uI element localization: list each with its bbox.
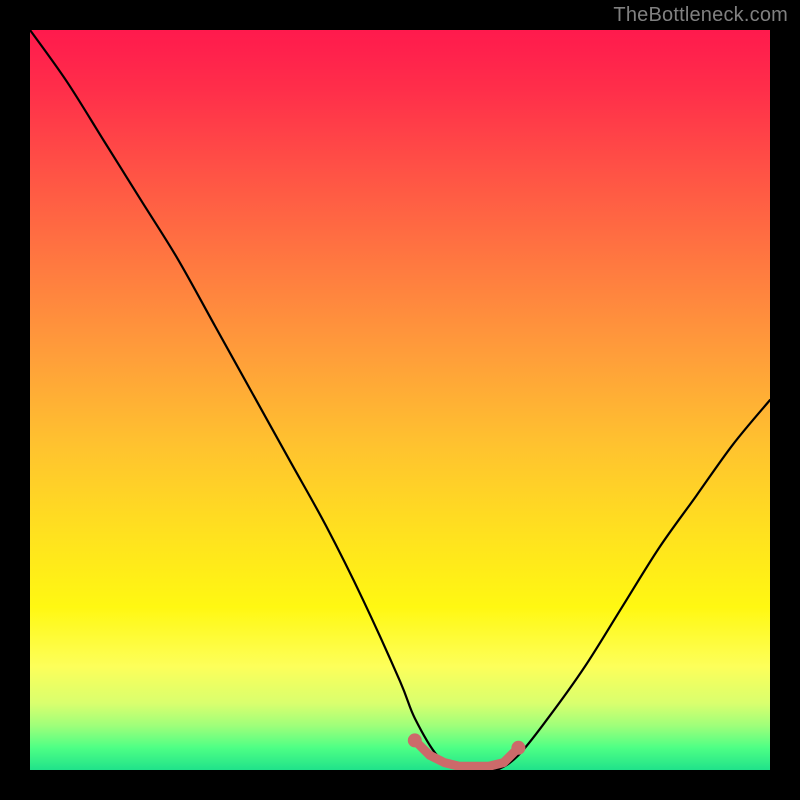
watermark-text: TheBottleneck.com (613, 4, 788, 27)
plot-area (30, 30, 770, 770)
chart-frame: TheBottleneck.com (0, 0, 800, 800)
marker-dot (408, 733, 422, 747)
bottleneck-curve (30, 30, 770, 770)
marker-dot (511, 741, 525, 755)
curve-svg (30, 30, 770, 770)
